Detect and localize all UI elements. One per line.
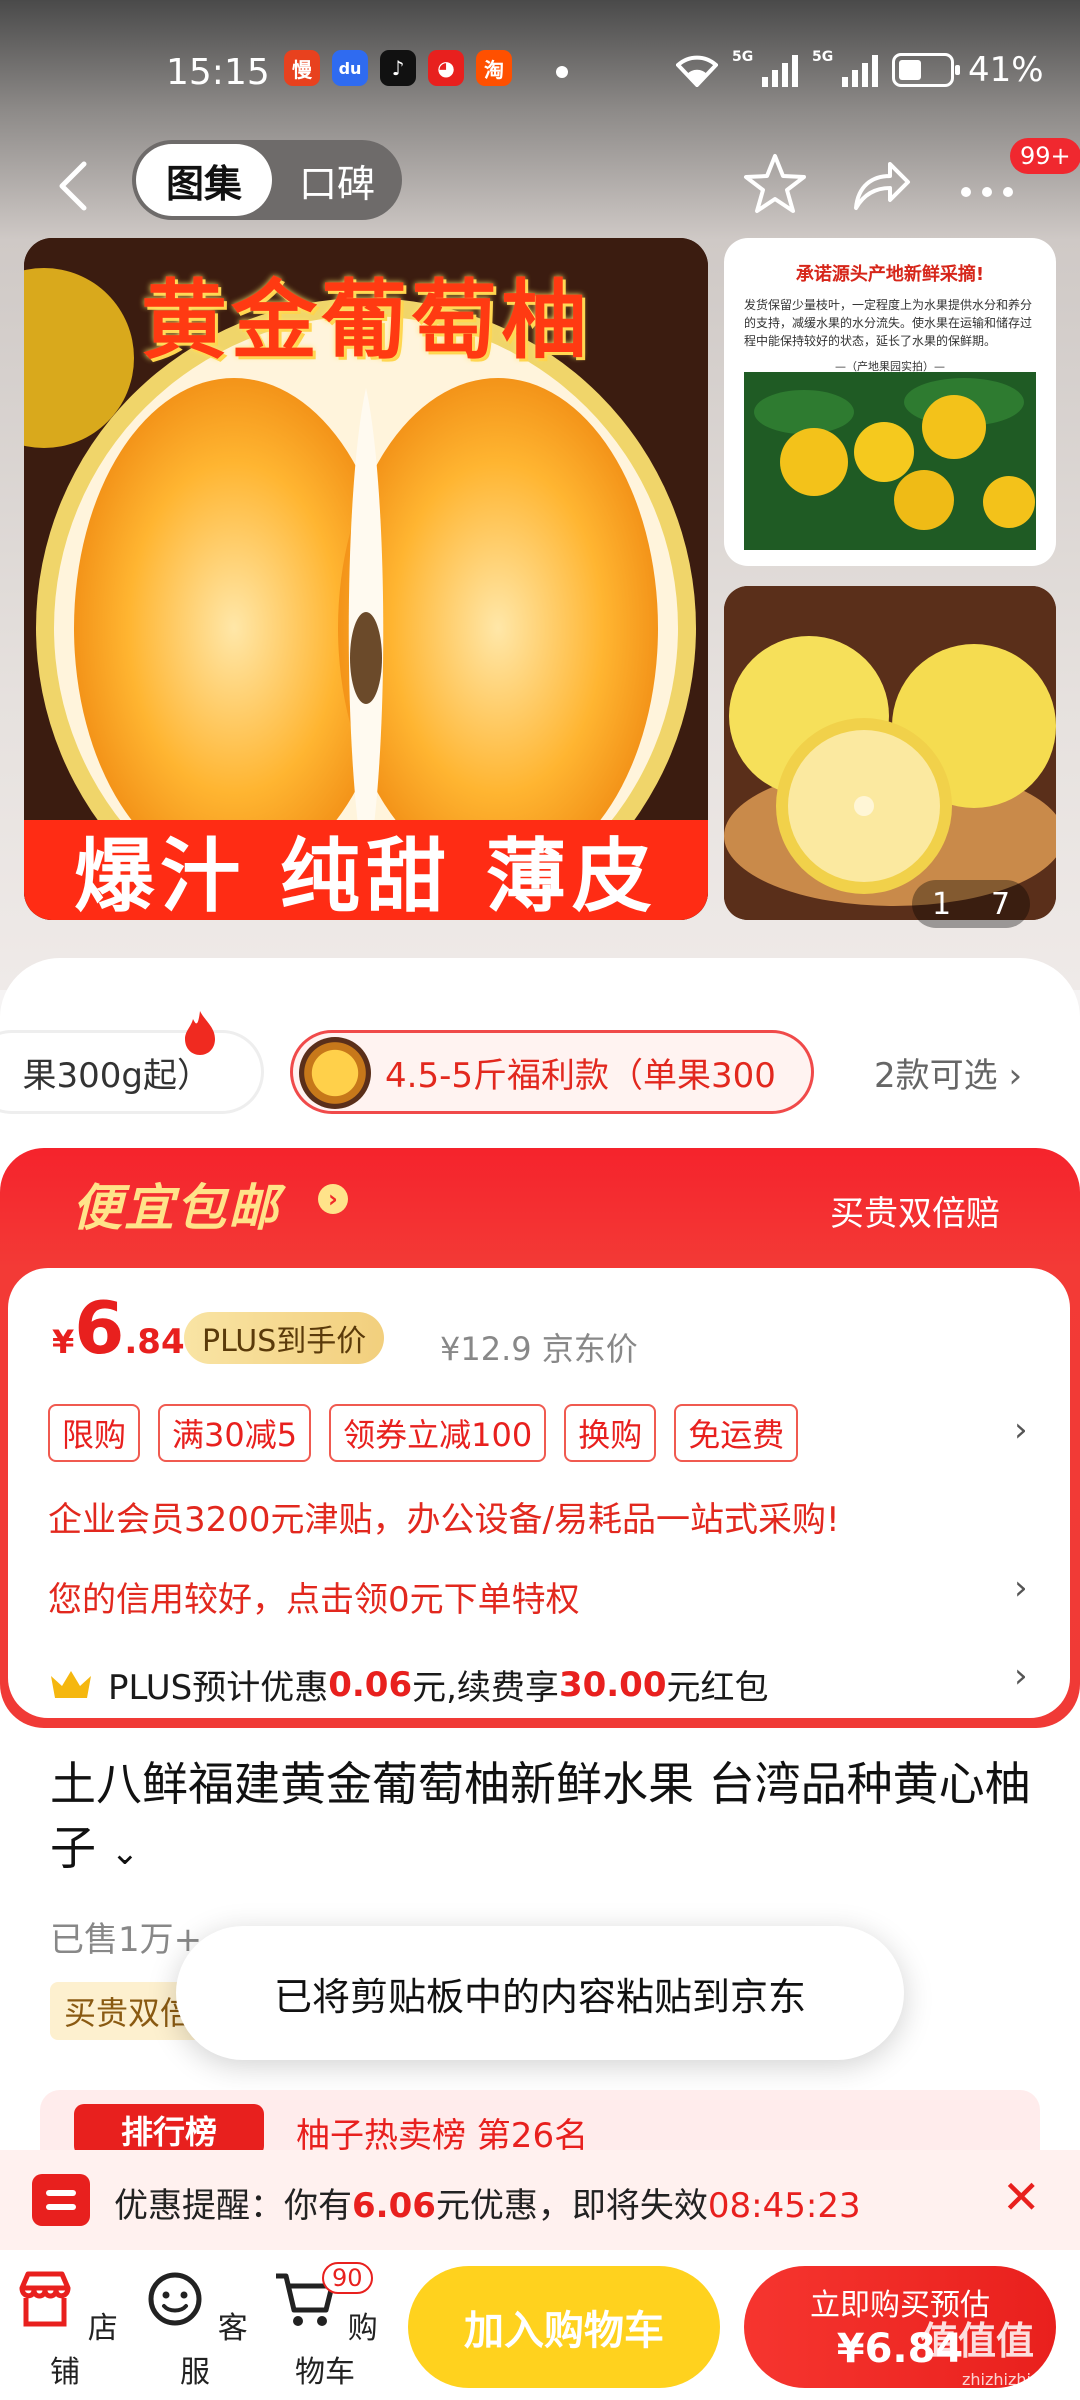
promo-tag: 限购 [48, 1404, 141, 1462]
taobao-app-icon: 淘 [476, 50, 512, 86]
promo-tags[interactable]: 限购 满30减5 领券立减100 换购 免运费 [48, 1404, 799, 1462]
plus-redpacket: 30.00 [558, 1664, 667, 1705]
more-variants-label: 2款可选 [874, 1056, 998, 1096]
wifi-icon [676, 55, 718, 87]
thumb-text: 发货保留少量枝叶，一定程度上为水果提供水分和养分的支持，减缓水果的水分流失。使水… [744, 298, 1033, 348]
reminder-text: 优惠提醒：你有6.06元优惠，即将失效08:45:23 [114, 2178, 861, 2227]
price-panel: ¥ 6 .84 PLUS到手价 ¥12.9 京东价 限购 满30减5 领券立减1… [8, 1268, 1070, 1718]
gallery-review-switch: 图集 口碑 [132, 140, 402, 220]
message-badge: 99+ [1010, 138, 1080, 174]
promo-tag: 领券立减100 [329, 1404, 547, 1462]
promo-title[interactable]: 便宜包邮 [72, 1168, 280, 1240]
reminder-logo-icon [32, 2174, 90, 2226]
pager-total: 7 [990, 886, 1011, 922]
clock: 15:15 [166, 52, 270, 93]
discount-reminder[interactable]: 优惠提醒：你有6.06元优惠，即将失效08:45:23 ✕ [0, 2150, 1080, 2250]
reminder-text-1: 优惠提醒：你有 [114, 2186, 352, 2226]
hot-flame-icon [185, 1011, 215, 1055]
product-title-text: 土八鲜福建黄金葡萄柚新鲜水果 台湾品种黄心柚子 [50, 1757, 1031, 1875]
pomelo-photo [724, 586, 1056, 920]
crown-icon [51, 1670, 91, 1698]
chevron-right-icon[interactable]: › [1014, 1656, 1028, 1696]
product-thumb-2[interactable] [724, 586, 1056, 920]
plus-text-2: 元,续费享 [412, 1668, 559, 1708]
chevron-right-icon[interactable]: › [1014, 1568, 1028, 1608]
reminder-amount: 6.06 [352, 2186, 436, 2226]
cart-count-badge: 90 [322, 2262, 373, 2294]
product-thumb-1[interactable]: 承诺源头产地新鲜采摘! 发货保留少量枝叶，一定程度上为水果提供水分和养分的支持，… [724, 238, 1056, 566]
share-icon[interactable] [846, 150, 916, 220]
reminder-countdown: 08:45:23 [707, 2186, 861, 2226]
chevron-right-icon[interactable]: › [1014, 1410, 1028, 1450]
status-bar: 15:15 慢 du ♪ ◕ 淘 5G 5G 41% [0, 0, 1080, 140]
notification-icons: 慢 du ♪ ◕ 淘 [284, 50, 512, 86]
star-favorite-icon[interactable] [740, 150, 810, 220]
reminder-text-2: 元优惠，即将失效 [435, 2186, 708, 2226]
shop-button[interactable]: 店铺 [10, 2266, 120, 2391]
network-type-2: 5G [812, 49, 834, 65]
plus-amount: 0.06 [328, 1664, 413, 1705]
jd-price: ¥12.9 京东价 [440, 1330, 638, 1368]
service-button[interactable]: 客服 [140, 2266, 250, 2391]
enterprise-offer[interactable]: 企业会员3200元津贴，办公设备/易耗品一站式采购! [48, 1492, 840, 1541]
bottom-action-bar: 店铺 客服 购物车 90 加入购物车 立即购买预估 ¥6.84 [0, 2250, 1080, 2400]
chevron-down-icon: ⌄ [110, 1833, 140, 1873]
plus-price-tag: PLUS到手价 [184, 1312, 385, 1364]
image-pager: 1 7 [912, 880, 1030, 928]
product-title[interactable]: 土八鲜福建黄金葡萄柚新鲜水果 台湾品种黄心柚子 ⌄ [50, 1752, 1040, 1885]
plus-text-3: 元红包 [666, 1668, 769, 1708]
clipboard-toast: 已将剪贴板中的内容粘贴到京东 [176, 1926, 904, 2060]
promo-tag: 满30减5 [158, 1404, 312, 1462]
more-notifications-dot [556, 66, 568, 78]
sold-count: 已售1万+ [50, 1920, 203, 1960]
baidu-app-icon: du [332, 50, 368, 86]
main-image-title: 黄金葡萄柚 [141, 271, 591, 371]
watermark: 值值值 [920, 2319, 1035, 2363]
customer-service-icon [148, 2272, 202, 2326]
plus-price: ¥ 6 .84 [52, 1286, 185, 1370]
currency-symbol: ¥ [52, 1323, 75, 1361]
promo-tag: 换购 [564, 1404, 657, 1462]
variant-option-2-label: 4.5-5斤福利款（单果300 [385, 1055, 776, 1096]
credit-offer[interactable]: 您的信用较好，点击领0元下单特权 [48, 1572, 580, 1621]
price-integer: 6 [74, 1286, 125, 1370]
tab-reviews[interactable]: 口碑 [278, 144, 396, 216]
ranking-label: 排行榜 [74, 2104, 264, 2156]
main-image-slogan: 爆汁 纯甜 薄皮 [24, 820, 708, 920]
price-guarantee[interactable]: 买贵双倍赔 [830, 1186, 1000, 1235]
pager-current: 1 [931, 886, 952, 922]
signal-2-icon: 5G [812, 49, 878, 87]
more-variants-link[interactable]: 2款可选 › [874, 1048, 1022, 1097]
variant-selector: 果300g起） 4.5-5斤福利款（单果300 2款可选 › [0, 1011, 1080, 1120]
thumb-heading: 承诺源头产地新鲜采摘! [795, 264, 985, 285]
jd-app-icon: ◕ [428, 50, 464, 86]
status-right: 5G 5G 41% [676, 49, 1044, 90]
promo-tag: 免运费 [674, 1404, 799, 1462]
variant-thumb [299, 1037, 371, 1109]
watermark-url: zhizhizhi.com [962, 2370, 1071, 2389]
plus-benefit[interactable]: PLUS预计优惠 0.06 元,续费享 30.00 元红包 [48, 1660, 768, 1709]
close-icon[interactable]: ✕ [1002, 2170, 1041, 2224]
manhua-app-icon: 慢 [284, 50, 320, 86]
douyin-app-icon: ♪ [380, 50, 416, 86]
chevron-circle-icon[interactable]: › [318, 1184, 348, 1214]
shop-icon [19, 2271, 71, 2327]
variant-option-1[interactable]: 果300g起） [0, 1011, 264, 1114]
battery-percent: 41% [968, 50, 1044, 90]
top-nav: 图集 口碑 99+ [0, 138, 1080, 230]
product-main-image[interactable]: 黄金葡萄柚 爆汁 纯甜 薄皮 [24, 238, 708, 920]
plus-text-1: PLUS预计优惠 [108, 1668, 329, 1708]
chevron-right-icon: › [1008, 1056, 1023, 1096]
variant-option-2[interactable]: 4.5-5斤福利款（单果300 [290, 1030, 814, 1114]
orchard-photo [744, 372, 1036, 550]
back-arrow-icon[interactable] [46, 156, 106, 216]
battery-icon [892, 53, 960, 87]
price-decimal: .84 [124, 1322, 185, 1362]
network-type-1: 5G [732, 49, 754, 65]
signal-1-icon: 5G [732, 49, 798, 87]
add-to-cart-button[interactable]: 加入购物车 [408, 2266, 720, 2388]
tab-gallery[interactable]: 图集 [136, 144, 272, 216]
promo-block: 便宜包邮 › 买贵双倍赔 ¥ 6 .84 PLUS到手价 ¥12.9 京东价 限… [0, 1148, 1080, 1728]
